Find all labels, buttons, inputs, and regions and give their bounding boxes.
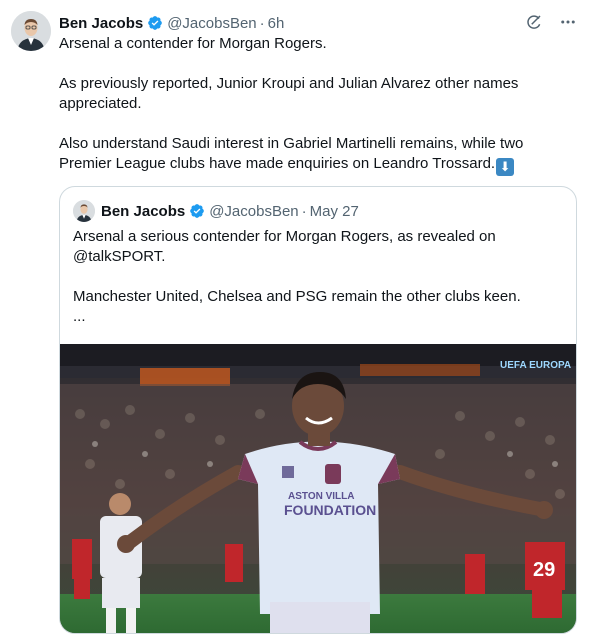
banner-text: UEFA EUROPA bbox=[500, 360, 571, 371]
down-arrow-emoji-icon: ⬇ bbox=[496, 158, 515, 176]
quoted-tweet-text: Arsenal a serious contender for Morgan R… bbox=[73, 227, 553, 327]
author-name[interactable]: Ben Jacobs bbox=[59, 15, 143, 32]
quoted-tweet-header: Ben Jacobs @JacobsBen · May 27 bbox=[73, 200, 359, 222]
quoted-line: Manchester United, Chelsea and PSG remai… bbox=[73, 288, 521, 305]
quoted-tweet[interactable]: Ben Jacobs @JacobsBen · May 27 Arsenal a… bbox=[59, 186, 577, 634]
author-handle[interactable]: @JacobsBen bbox=[167, 15, 256, 32]
opponent-number: 29 bbox=[533, 559, 555, 581]
more-options-icon[interactable] bbox=[558, 12, 578, 32]
shirt-text-line2: FOUNDATION bbox=[284, 502, 376, 518]
tweet-timestamp[interactable]: 6h bbox=[268, 15, 285, 32]
tweet-line: Also understand Saudi interest in Gabrie… bbox=[59, 135, 524, 176]
grok-icon[interactable] bbox=[524, 12, 544, 32]
quoted-author-handle: @JacobsBen bbox=[209, 202, 299, 220]
quoted-line: Arsenal a serious contender for Morgan R… bbox=[73, 228, 496, 265]
quoted-author-name: Ben Jacobs bbox=[101, 202, 186, 220]
verified-badge-icon bbox=[190, 204, 205, 218]
author-avatar[interactable] bbox=[11, 11, 51, 51]
quoted-tweet-timestamp: May 27 bbox=[309, 202, 359, 220]
football-celebration-image: UEFA EUROPA 29 ASTON VILLA FOUNDATION bbox=[60, 344, 576, 633]
tweet-actions-top bbox=[524, 12, 578, 32]
separator-dot: · bbox=[259, 14, 265, 32]
tweet-text: Arsenal a contender for Morgan Rogers. A… bbox=[59, 34, 559, 176]
shirt-text-line1: ASTON VILLA bbox=[288, 491, 354, 502]
tweet-line: Arsenal a contender for Morgan Rogers. bbox=[59, 35, 327, 52]
quoted-ellipsis: ... bbox=[73, 308, 86, 325]
tweet-header: Ben Jacobs @JacobsBen · 6h bbox=[59, 12, 284, 34]
quoted-tweet-photo[interactable]: UEFA EUROPA 29 ASTON VILLA FOUNDATION bbox=[60, 344, 576, 633]
separator-dot: · bbox=[301, 202, 307, 220]
tweet-line: As previously reported, Junior Kroupi an… bbox=[59, 75, 519, 112]
verified-badge-icon bbox=[148, 16, 163, 30]
quoted-author-avatar bbox=[73, 200, 95, 222]
